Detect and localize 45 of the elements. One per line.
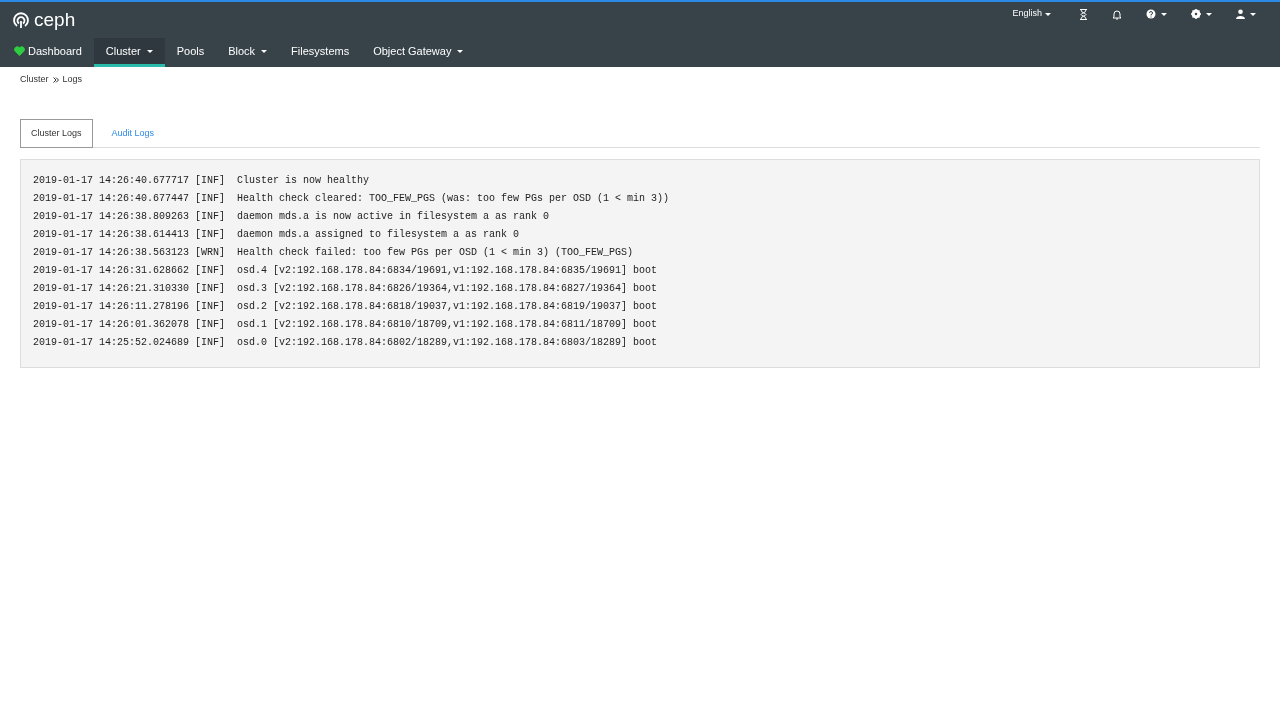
log-message: Health check failed: too few PGs per OSD (1 < min 3) (TOO_FEW_PGS)	[237, 245, 634, 260]
log-message: Cluster is now healthy	[237, 173, 370, 188]
language-dropdown[interactable]: English	[1012, 7, 1051, 21]
log-message: osd.2 [v2:192.168.178.84:6818/19037,v1:192.168.178.84:6819/19037] boot	[237, 299, 658, 314]
nav-link[interactable]: Filesystems	[279, 38, 362, 67]
log-priority: [INF]	[195, 335, 226, 350]
log-message: daemon mds.a assigned to filesystem a as rank 0	[237, 227, 520, 242]
log-timestamp: 2019-01-17 14:26:11.278196	[33, 299, 190, 314]
log-timestamp: 2019-01-17 14:26:40.677717	[33, 173, 190, 188]
tab[interactable]: Cluster Logs	[20, 118, 93, 148]
log-timestamp: 2019-01-17 14:26:38.563123	[33, 245, 190, 260]
heart-icon	[14, 46, 25, 56]
log-timestamp: 2019-01-17 14:25:52.024689	[33, 335, 190, 350]
log-priority: [INF]	[195, 191, 226, 206]
log-priority: [INF]	[195, 299, 226, 314]
log-message: daemon mds.a is now active in filesystem a as rank 0	[237, 209, 550, 224]
log-timestamp: 2019-01-17 14:26:21.310330	[33, 281, 190, 296]
tab[interactable]: Audit Logs	[100, 118, 166, 148]
log-timestamp: 2019-01-17 14:26:40.677447	[33, 191, 190, 206]
nav-link[interactable]: Block	[216, 38, 280, 67]
log-priority: [INF]	[195, 173, 226, 188]
logo-icon	[12, 11, 30, 29]
separator-icon	[52, 76, 59, 83]
brand-name[interactable]: ceph	[34, 5, 76, 35]
breadcrumb-item[interactable]: Cluster	[20, 73, 49, 87]
nav-link[interactable]: Cluster	[93, 38, 165, 67]
breadcrumb-item: Logs	[62, 73, 83, 86]
log-priority: [INF]	[195, 227, 226, 242]
log-timestamp: 2019-01-17 14:26:38.614413	[33, 227, 190, 242]
log-timestamp: 2019-01-17 14:26:38.809263	[33, 209, 190, 224]
nav-link[interactable]: Dashboard	[2, 38, 94, 67]
log-priority: [WRN]	[195, 245, 226, 260]
log-message: Health check cleared: TOO_FEW_PGS (was: too few PGs per OSD (1 < min 3))	[237, 191, 670, 206]
log-priority: [INF]	[195, 317, 226, 332]
log-message: osd.3 [v2:192.168.178.84:6826/19364,v1:192.168.178.84:6827/19364] boot	[237, 281, 658, 296]
nav-link[interactable]: Pools	[164, 38, 217, 67]
log-priority: [INF]	[195, 263, 226, 278]
log-message: osd.0 [v2:192.168.178.84:6802/18289,v1:192.168.178.84:6803/18289] boot	[237, 335, 658, 350]
log-priority: [INF]	[195, 209, 226, 224]
log-timestamp: 2019-01-17 14:26:01.362078	[33, 317, 190, 332]
nav-link[interactable]: Object Gateway	[361, 38, 476, 67]
log-message: osd.1 [v2:192.168.178.84:6810/18709,v1:192.168.178.84:6811/18709] boot	[237, 317, 658, 332]
log-timestamp: 2019-01-17 14:26:31.628662	[33, 263, 190, 278]
log-priority: [INF]	[195, 281, 226, 296]
log-message: osd.4 [v2:192.168.178.84:6834/19691,v1:192.168.178.84:6835/19691] boot	[237, 263, 658, 278]
